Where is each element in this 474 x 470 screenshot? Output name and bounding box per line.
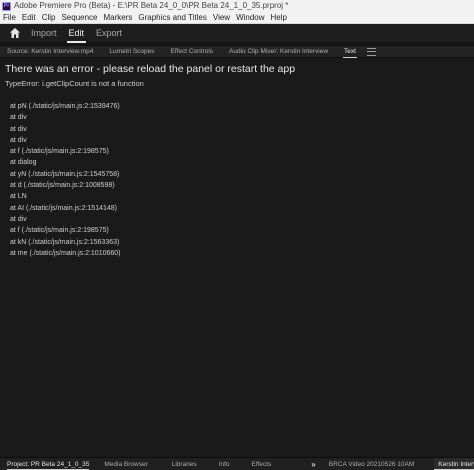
stack-line: at d (./static/js/main.js:2:1008598) [10,182,115,190]
tab-media-browser[interactable]: Media Browser [104,458,147,470]
bottom-panel-tab-bar: Project: PR Beta 24_1_0_35 Media Browser… [0,457,474,470]
tab-project[interactable]: Project: PR Beta 24_1_0_35 [7,458,90,470]
menu-sequence[interactable]: Sequence [58,12,100,23]
menu-bar: File Edit Clip Sequence Markers Graphics… [0,12,474,24]
tab-edit[interactable]: Edit [63,24,91,43]
window-title: Adobe Premiere Pro (Beta) - E:\PR Beta 2… [14,1,289,10]
menu-markers[interactable]: Markers [101,12,136,23]
stack-line: at LN [10,193,27,201]
tab-source[interactable]: Source: Kerstin Interview.mp4 [0,46,102,58]
stack-line: at kN (./static/js/main.js:2:1563363) [10,238,120,246]
stack-line: at f (./static/js/main.js:2:198575) [10,148,109,156]
tab-effect-controls[interactable]: Effect Controls [164,46,223,58]
menu-window[interactable]: Window [233,12,267,23]
tab-lumetri-scopes[interactable]: Lumetri Scopes [102,46,163,58]
stack-line: at div [10,125,27,133]
workspace-bar: Import Edit Export [0,24,474,43]
tab-info[interactable]: Info [219,458,230,470]
tab-sequence-brca[interactable]: BRCA Video 20210526 10AM [329,458,415,470]
error-panel: There was an error - please reload the p… [0,59,474,457]
tab-import[interactable]: Import [25,24,63,43]
menu-view[interactable]: View [210,12,233,23]
tab-effects[interactable]: Effects [252,458,272,470]
title-bar: Pr Adobe Premiere Pro (Beta) - E:\PR Bet… [0,0,474,12]
stack-line: at f (./static/js/main.js:2:198575) [10,227,109,235]
menu-clip[interactable]: Clip [39,12,59,23]
tab-text[interactable]: Text [337,46,365,58]
tab-audio-clip-mixer[interactable]: Audio Clip Mixer: Kerstin Interview [222,46,337,58]
stack-line: at div [10,114,27,122]
error-title: There was an error - please reload the p… [5,63,296,75]
menu-graphics-and-titles[interactable]: Graphics and Titles [135,12,209,23]
stack-line: at dialog [10,159,37,167]
panel-tab-bar: Source: Kerstin Interview.mp4 Lumetri Sc… [0,46,474,58]
stack-line: at pN (./static/js/main.js:2:1539476) [10,103,120,110]
panel-menu-icon[interactable] [366,47,376,56]
menu-file[interactable]: File [0,12,19,23]
stack-line: at yN (./static/js/main.js:2:1545758) [10,170,120,178]
tab-export[interactable]: Export [90,24,128,43]
stack-line: at div [10,215,27,223]
stack-line: at AI (./static/js/main.js:2:1514148) [10,204,117,212]
stack-trace: at pN (./static/js/main.js:2:1539476) at… [5,101,469,259]
home-button[interactable] [5,24,25,43]
menu-help[interactable]: Help [268,12,290,23]
stack-line: at div [10,136,27,144]
premiere-logo-icon: Pr [2,1,11,11]
home-icon [10,28,20,38]
tab-libraries[interactable]: Libraries [172,458,197,470]
stack-line: at me (./static/js/main.js:2:1010660) [10,249,121,257]
error-type: TypeError: i.getClipCount is not a funct… [5,79,144,88]
menu-edit[interactable]: Edit [19,12,39,23]
tab-sequence-kerstin[interactable]: Kerstin Interv [434,458,474,470]
overflow-chevron-icon[interactable]: » [311,458,316,470]
